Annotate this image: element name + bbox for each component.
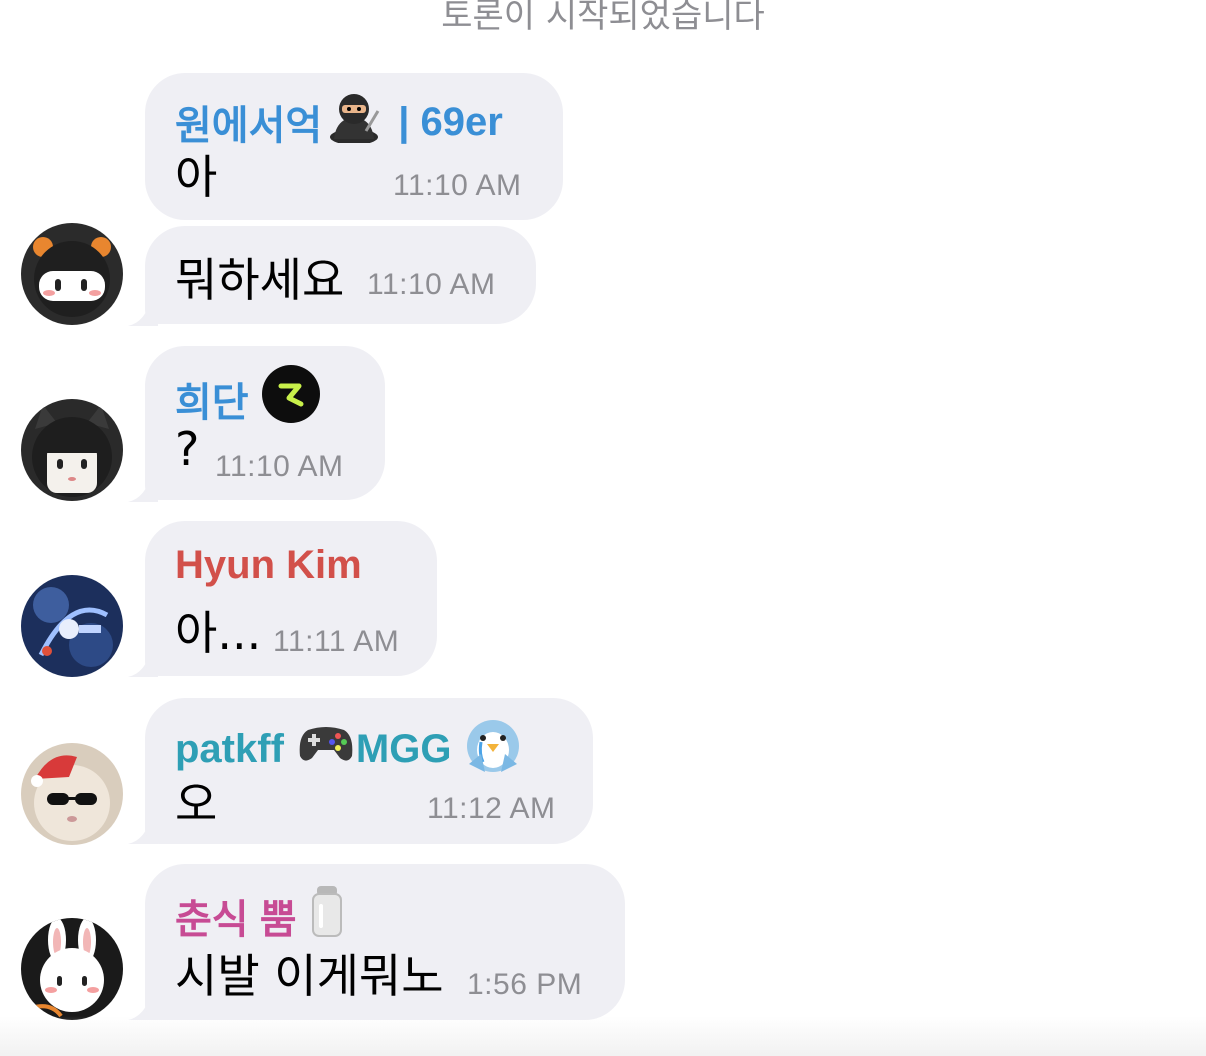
bottom-fade bbox=[0, 1016, 1206, 1056]
message-bubble[interactable]: 뭐하세요 11:10 AM bbox=[145, 226, 536, 324]
sender-name[interactable]: Hyun Kim bbox=[175, 543, 362, 588]
message-time: 11:12 AM bbox=[427, 792, 556, 825]
message-time: 11:11 AM bbox=[273, 625, 400, 658]
sender-name[interactable]: 춘식 뿜 bbox=[175, 887, 297, 945]
cool-cat-avatar[interactable] bbox=[21, 743, 123, 845]
bunny-avatar[interactable] bbox=[21, 918, 123, 1020]
message-text: 아 bbox=[175, 150, 218, 204]
sender-name-row[interactable]: Hyun Kim bbox=[175, 543, 362, 588]
r-badge-icon bbox=[261, 364, 321, 434]
gamepad-emoji bbox=[298, 722, 354, 776]
sender-name[interactable]: patkff bbox=[175, 727, 284, 772]
message-text: 아... bbox=[175, 606, 262, 660]
message-text: ? bbox=[175, 422, 200, 476]
message-bubble[interactable]: 희단 ? 11:10 AM bbox=[145, 346, 385, 500]
ninja-emoji bbox=[326, 91, 382, 153]
system-message: 토론이 시작되었습니다 bbox=[441, 0, 765, 36]
message-text: 오 bbox=[175, 777, 218, 831]
message-bubble[interactable]: 춘식 뿜 시발 이게뭐노 1:56 PM bbox=[145, 864, 625, 1020]
message-bubble[interactable]: 원에서억 | 69er 아 11:10 AM bbox=[145, 73, 563, 220]
cat-girl-avatar[interactable] bbox=[21, 399, 123, 501]
message-bubble[interactable]: Hyun Kim 아... 11:11 AM bbox=[145, 521, 437, 676]
blue-art-avatar[interactable] bbox=[21, 575, 123, 677]
message-text: 뭐하세요 bbox=[175, 253, 345, 307]
message-time: 11:10 AM bbox=[367, 268, 496, 301]
sender-name-row[interactable]: 원에서억 | 69er bbox=[175, 91, 503, 153]
sender-suffix: | 69er bbox=[398, 99, 503, 144]
message-text: 시발 이게뭐노 bbox=[175, 949, 444, 1003]
sender-suffix: MGG bbox=[355, 726, 452, 771]
message-time: 1:56 PM bbox=[467, 968, 583, 1001]
sender-name[interactable]: 희단 bbox=[175, 370, 249, 428]
message-bubble[interactable]: patkff MGG 오 11:12 AM bbox=[145, 698, 593, 844]
ninja-bear-avatar[interactable] bbox=[21, 223, 123, 325]
salt-shaker-emoji bbox=[309, 884, 345, 948]
message-time: 11:10 AM bbox=[215, 450, 344, 483]
message-time: 11:10 AM bbox=[393, 169, 522, 202]
sender-name-row[interactable]: 춘식 뿜 bbox=[175, 884, 345, 948]
crying-penguin-emoji bbox=[461, 714, 525, 784]
sender-name-row[interactable]: patkff MGG bbox=[175, 714, 525, 784]
